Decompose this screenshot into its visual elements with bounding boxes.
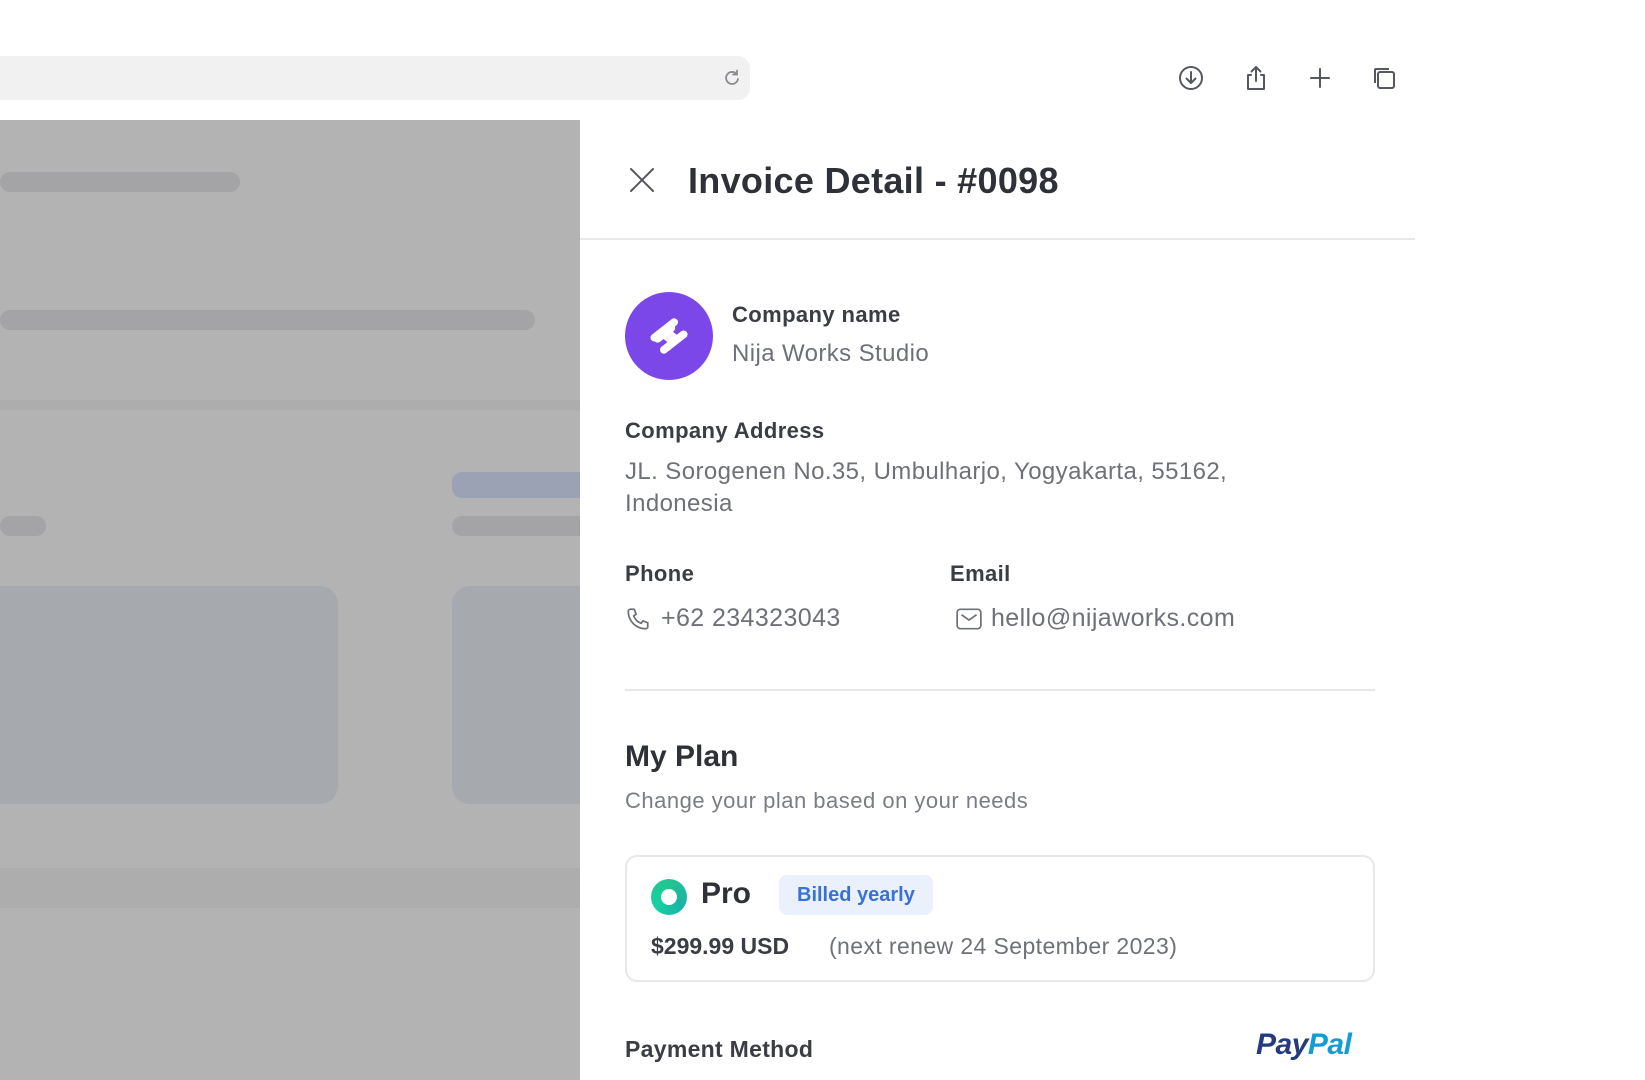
plan-name: Pro: [701, 877, 752, 910]
paypal-logo-pal: Pal: [1307, 1028, 1352, 1061]
plan-subtitle: Change your plan based on your needs: [625, 788, 1029, 813]
tabs-icon[interactable]: [1368, 62, 1400, 94]
bg-placeholder: [0, 310, 535, 330]
company-address-value: JL. Sorogenen No.35, Umbulharjo, Yogyaka…: [625, 458, 1228, 517]
company-logo-icon: [625, 292, 713, 380]
billing-badge: Billed yearly: [779, 875, 933, 915]
download-icon[interactable]: [1175, 62, 1207, 94]
phone-icon: [627, 607, 649, 630]
plan-renew-date: (next renew 24 September 2023): [829, 933, 1178, 959]
bg-card: [0, 586, 338, 804]
company-name-value: Nija Works Studio: [732, 340, 930, 367]
email-value[interactable]: hello@nijaworks.com: [991, 604, 1235, 633]
bg-placeholder: [0, 868, 580, 908]
background-page-overlay[interactable]: [0, 120, 580, 1080]
email-row: hello@nijaworks.com: [955, 604, 1235, 633]
phone-value[interactable]: +62 234323043: [661, 604, 841, 633]
bg-placeholder: [452, 472, 580, 498]
plan-status-icon: [651, 879, 687, 915]
email-label: Email: [950, 561, 1011, 586]
bg-card: [452, 586, 580, 804]
paypal-logo-icon: PayPal: [1256, 1028, 1352, 1062]
email-icon: [956, 607, 982, 630]
bg-placeholder: [0, 400, 580, 410]
reload-icon[interactable]: [720, 66, 744, 90]
bg-placeholder: [0, 172, 240, 192]
phone-label: Phone: [625, 561, 695, 586]
plan-price: $299.99 USD: [651, 933, 790, 959]
bg-placeholder: [452, 516, 580, 536]
close-button[interactable]: [624, 162, 660, 198]
phone-row: +62 234323043: [625, 604, 841, 633]
section-divider: [625, 689, 1375, 691]
company-name-label: Company name: [732, 302, 901, 327]
drawer-title: Invoice Detail - #0098: [688, 160, 1059, 201]
company-address-label: Company Address: [625, 418, 825, 443]
drawer-header: Invoice Detail - #0098: [580, 120, 1415, 240]
close-icon: [630, 168, 654, 192]
new-tab-icon[interactable]: [1304, 62, 1336, 94]
invoice-detail-drawer: Invoice Detail - #0098 Company name Nija…: [580, 120, 1415, 1080]
address-bar[interactable]: [0, 56, 750, 100]
paypal-logo-pay: Pay: [1256, 1028, 1308, 1061]
plan-heading: My Plan: [625, 740, 739, 773]
plan-card[interactable]: Pro Billed yearly $299.99 USD (next rene…: [625, 855, 1375, 982]
share-icon[interactable]: [1240, 62, 1272, 94]
bg-placeholder: [0, 516, 46, 536]
payment-method-label: Payment Method: [625, 1036, 814, 1062]
browser-toolbar: [0, 0, 1415, 120]
